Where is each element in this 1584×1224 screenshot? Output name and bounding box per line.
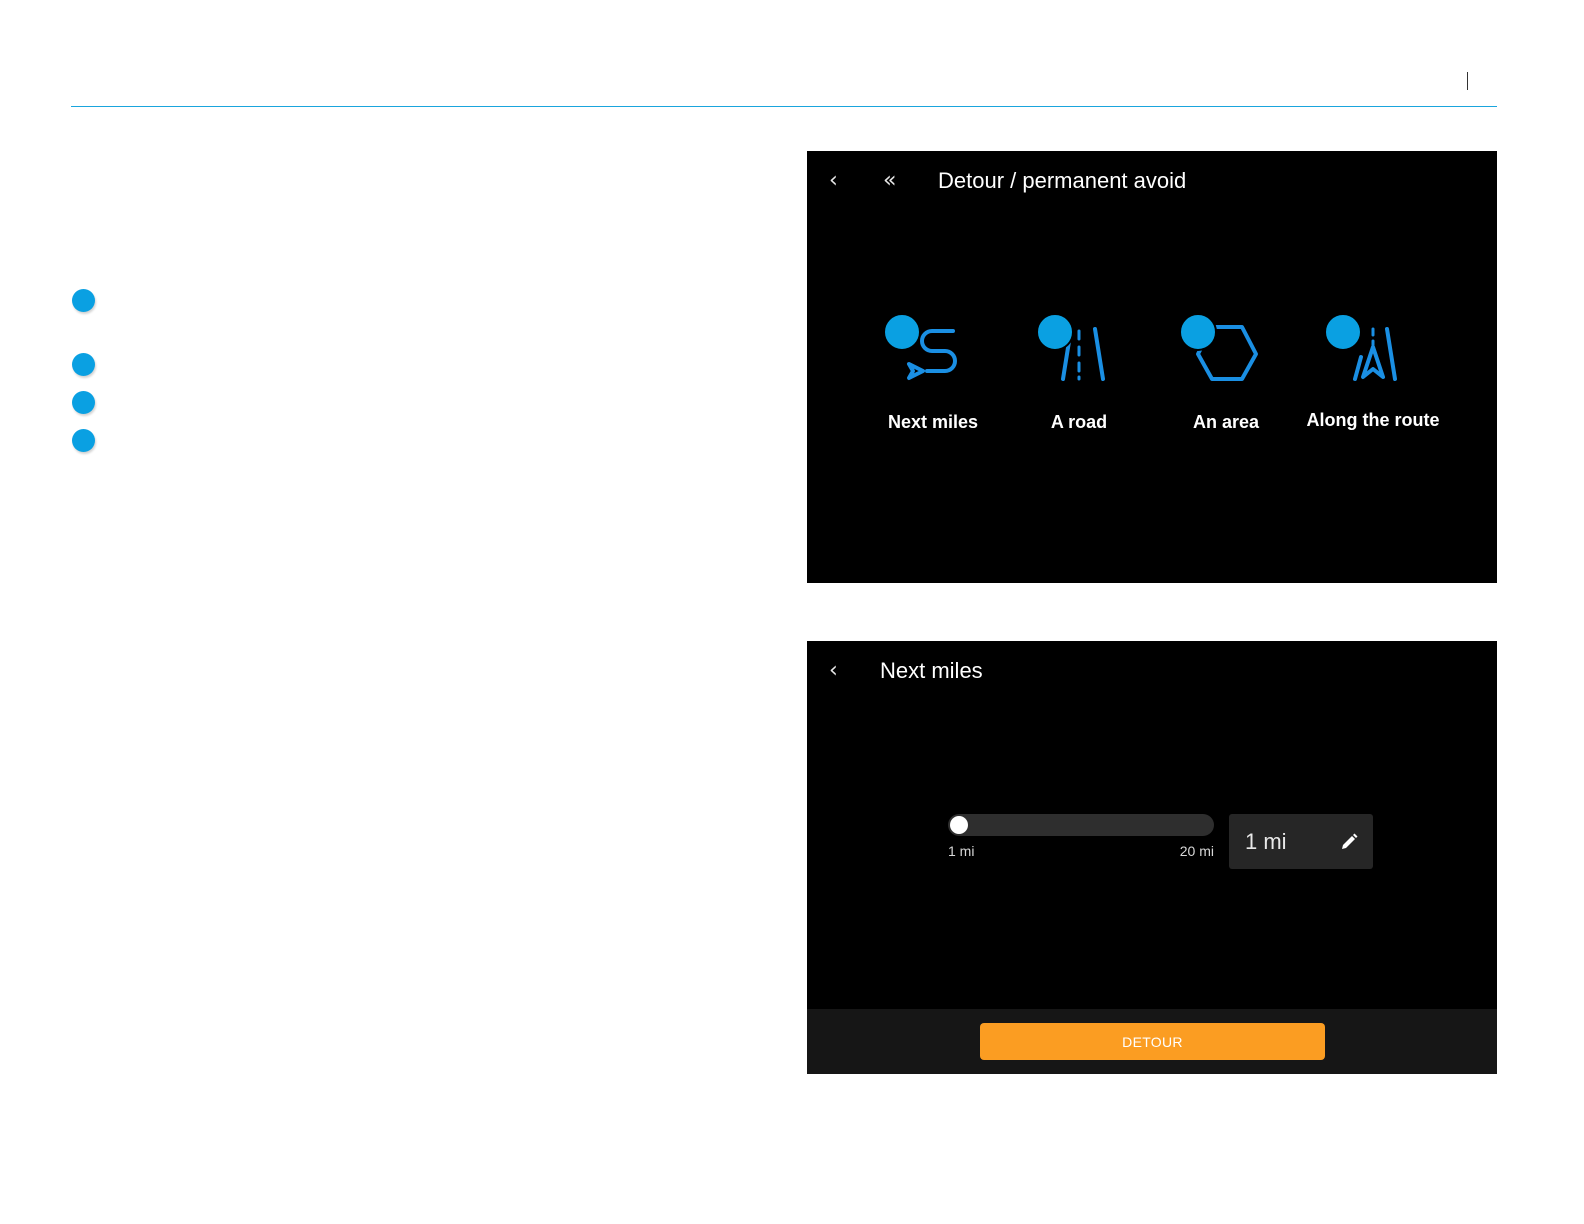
header-divider-tick (1467, 72, 1468, 90)
header-rule (71, 106, 1497, 107)
double-chevron-icon[interactable]: « (883, 170, 896, 192)
back-chevron-icon[interactable]: ‹ (829, 660, 838, 682)
slider-thumb[interactable] (950, 816, 968, 834)
slider-min-label: 1 mi (948, 843, 975, 859)
option-a-road[interactable]: A road (1009, 317, 1149, 467)
detour-menu-screen: ‹ « Detour / permanent avoid Next miles (807, 151, 1497, 583)
option-an-area[interactable]: An area (1156, 317, 1296, 467)
option-label: Next miles (887, 412, 979, 432)
next-miles-screen: ‹ Next miles 1 mi 20 mi 1 mi DETOUR (807, 641, 1497, 1074)
callout-marker (1324, 313, 1362, 351)
option-label: Along the route (1306, 410, 1440, 430)
option-label: A road (1050, 412, 1108, 432)
pencil-icon[interactable] (1339, 832, 1359, 852)
hexagon-area-icon (1156, 317, 1296, 397)
action-bar: DETOUR (807, 1009, 1497, 1074)
road-lanes-icon (1009, 317, 1149, 397)
page: ‹ « Detour / permanent avoid Next miles (0, 0, 1584, 1224)
detour-button[interactable]: DETOUR (980, 1023, 1325, 1060)
callout-marker (1179, 313, 1217, 351)
slider-max-label: 20 mi (1179, 843, 1214, 859)
distance-value: 1 mi (1245, 829, 1287, 854)
callout-marker (883, 313, 921, 351)
bullet-marker-2 (72, 353, 95, 376)
distance-slider[interactable] (948, 814, 1214, 836)
distance-value-field[interactable]: 1 mi (1229, 814, 1373, 869)
screen-title: Detour / permanent avoid (938, 168, 1187, 193)
bullet-marker-4 (72, 429, 95, 452)
option-along-the-route[interactable]: Along the route (1303, 317, 1443, 467)
back-chevron-icon[interactable]: ‹ (829, 170, 838, 192)
option-label: An area (1192, 412, 1260, 432)
screen-title: Next miles (880, 658, 983, 683)
callout-marker (1036, 313, 1074, 351)
bullet-marker-1 (72, 289, 95, 312)
bullet-marker-3 (72, 391, 95, 414)
